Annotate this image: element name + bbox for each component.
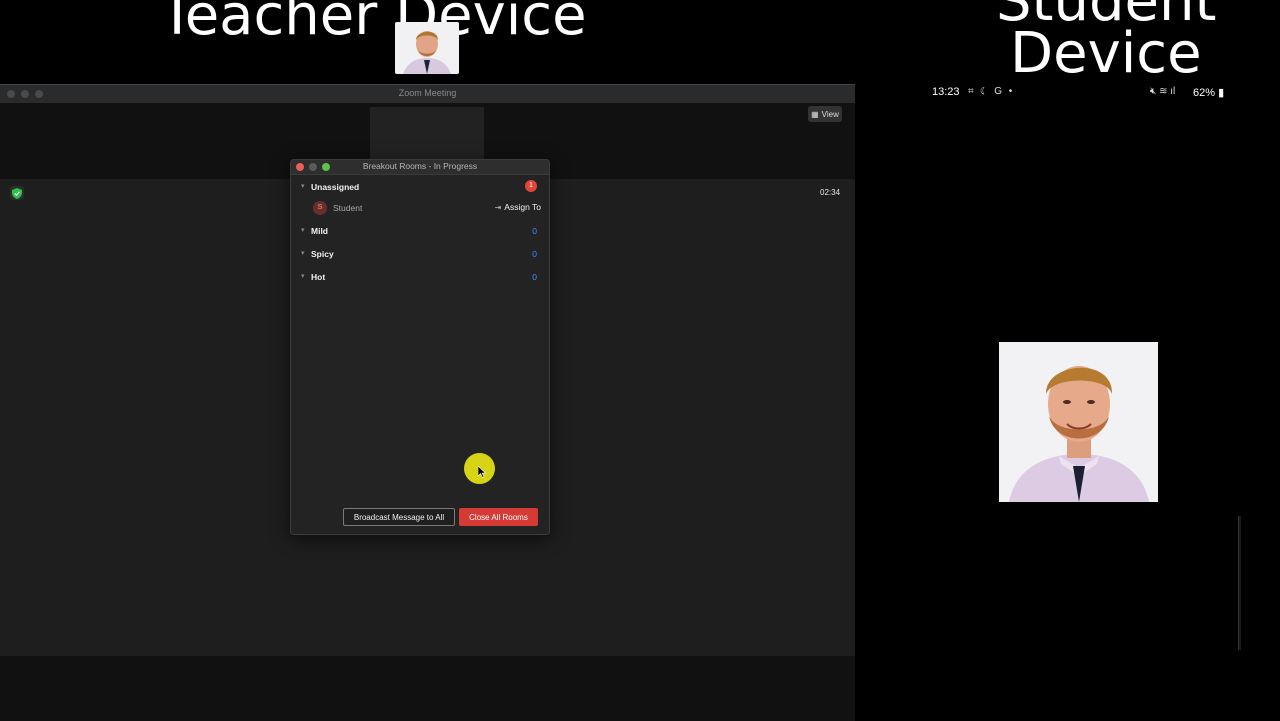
broadcast-message-button[interactable]: Broadcast Message to All: [343, 508, 455, 526]
chevron-down-icon: ▾: [301, 273, 305, 280]
chevron-down-icon: ▾: [301, 183, 305, 190]
assign-icon: ⇥: [494, 202, 502, 212]
moon-icon: ☾: [980, 86, 990, 97]
zoom-window-title: Zoom Meeting: [398, 88, 457, 98]
room-row-spicy[interactable]: ▾ Spicy 0: [291, 247, 549, 265]
unassigned-count-badge: 1: [525, 180, 537, 192]
battery-icon: ▮: [1218, 87, 1225, 99]
room-name: Spicy: [311, 249, 334, 259]
room-participant-count: 0: [532, 226, 537, 236]
view-button[interactable]: ▦ View: [808, 106, 842, 122]
room-participant-count: 0: [532, 272, 537, 282]
room-name: Unassigned: [311, 182, 360, 192]
room-name: Hot: [311, 272, 326, 282]
room-participant-count: 0: [532, 249, 537, 259]
chevron-down-icon: ▾: [301, 250, 305, 257]
wifi-icon: ≋: [1159, 86, 1168, 97]
room-name: Mild: [311, 226, 328, 236]
room-row-hot[interactable]: ▾ Hot 0: [291, 270, 549, 288]
chevron-down-icon: ▾: [301, 227, 305, 234]
phone-scroll-indicator: [1238, 516, 1241, 650]
close-all-rooms-button[interactable]: Close All Rooms: [459, 508, 538, 526]
phone-notification-icons: ⌗ ☾ G •: [968, 86, 1014, 97]
mute-icon: 🔇︎: [1150, 86, 1157, 97]
teacher-device-title: Teacher Device: [160, 0, 587, 48]
breakout-titlebar: Breakout Rooms - In Progress: [291, 160, 549, 175]
participant-row: S Student ⇥ Assign To: [291, 201, 549, 219]
room-row-unassigned[interactable]: ▾ Unassigned 1: [291, 180, 549, 198]
screenshot-icon: ⌗: [968, 86, 976, 97]
meeting-timer: 02:34: [820, 188, 841, 197]
shield-icon[interactable]: [10, 186, 24, 200]
breakout-rooms-dialog: Breakout Rooms - In Progress ▾ Unassigne…: [290, 159, 550, 535]
mouse-cursor-icon: [477, 465, 487, 483]
participant-name: Student: [333, 203, 363, 213]
participant-video-thumbnail: [395, 22, 459, 74]
battery-percentage: 62%: [1193, 87, 1216, 99]
room-row-mild[interactable]: ▾ Mild 0: [291, 224, 549, 242]
assign-to-label: Assign To: [504, 202, 541, 212]
google-icon: G: [994, 86, 1004, 97]
phone-system-icons: 🔇︎ ≋ ıl: [1150, 86, 1175, 97]
zoom-control-bar: [0, 656, 855, 721]
phone-clock: 13:23: [932, 86, 960, 98]
dot-icon: •: [1008, 86, 1015, 97]
student-device-title-line2: Device: [1010, 21, 1202, 86]
student-view-teacher-photo: [999, 342, 1158, 502]
grid-icon: ▦: [811, 109, 819, 119]
phone-battery-level: 62% ▮: [1193, 86, 1224, 99]
breakout-dialog-title: Breakout Rooms - In Progress: [362, 161, 478, 171]
cell-signal-icon: ıl: [1170, 86, 1176, 97]
zoom-titlebar: Zoom Meeting: [0, 85, 855, 103]
view-button-label: View: [821, 109, 839, 119]
avatar: S: [313, 201, 327, 215]
assign-to-button[interactable]: ⇥ Assign To: [495, 202, 541, 212]
